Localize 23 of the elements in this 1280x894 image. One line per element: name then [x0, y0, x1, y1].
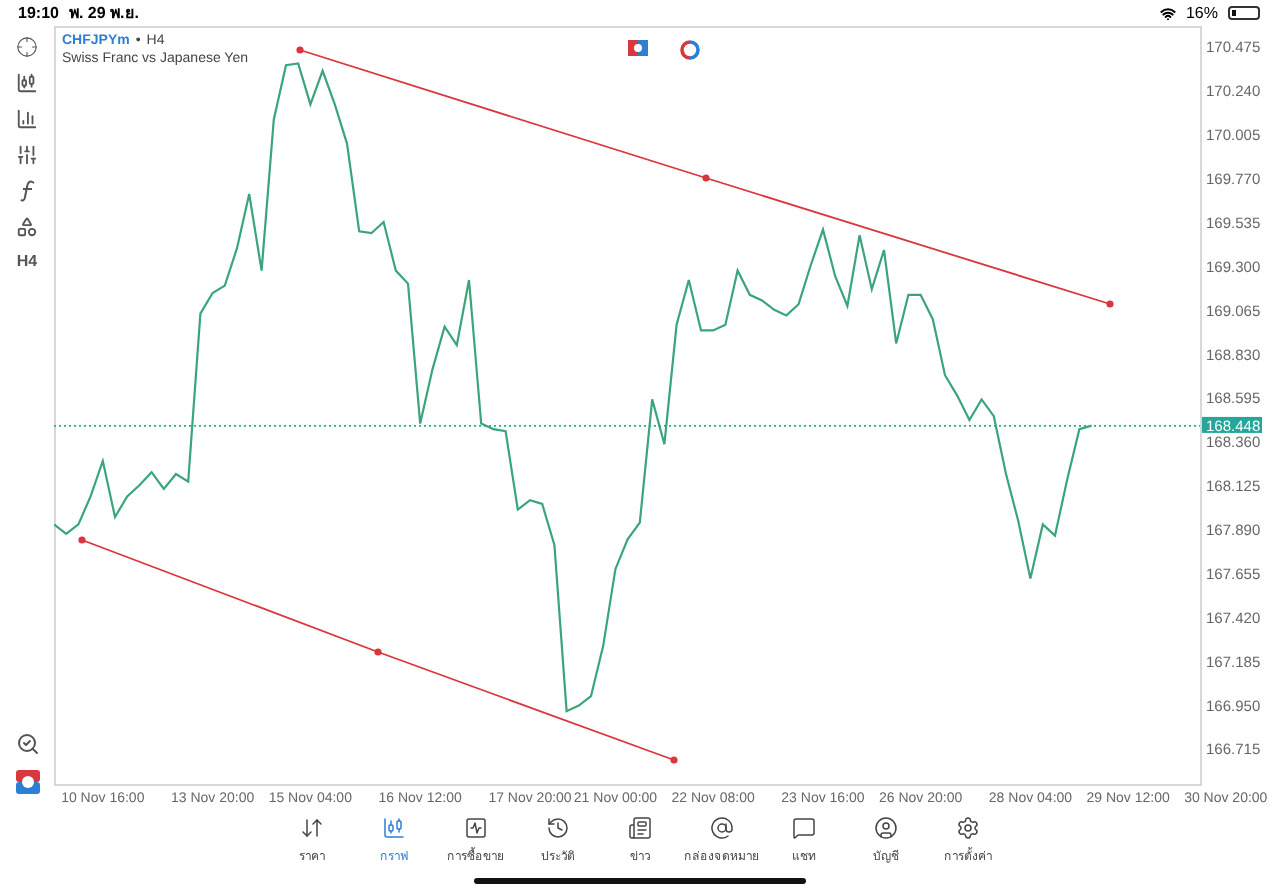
candlestick-icon[interactable]	[16, 72, 38, 94]
clock-time: 19:10	[18, 4, 59, 22]
shapes-icon[interactable]	[16, 216, 38, 238]
battery-percent: 16%	[1185, 4, 1218, 22]
arrows-icon	[300, 816, 324, 840]
sliders-icon[interactable]	[16, 144, 38, 166]
function-icon[interactable]	[19, 180, 35, 202]
app-logo-icon[interactable]	[15, 770, 39, 794]
at-sign-icon	[710, 816, 734, 840]
battery-icon	[1228, 6, 1260, 20]
bar-chart-icon[interactable]	[16, 108, 38, 130]
line-chart-icon	[464, 816, 488, 840]
status-date: พ. 29 พ.ย.	[68, 2, 139, 26]
zoom-chart-icon[interactable]	[15, 732, 39, 756]
candlestick-icon	[382, 816, 406, 840]
crosshair-icon[interactable]	[16, 36, 38, 58]
user-icon	[874, 816, 898, 840]
history-icon	[546, 816, 570, 840]
chat-icon	[792, 816, 816, 840]
wifi-icon	[1159, 5, 1176, 21]
settings-icon	[956, 816, 980, 840]
newspaper-icon	[628, 816, 652, 840]
timeframe-button[interactable]: H4	[16, 252, 38, 270]
